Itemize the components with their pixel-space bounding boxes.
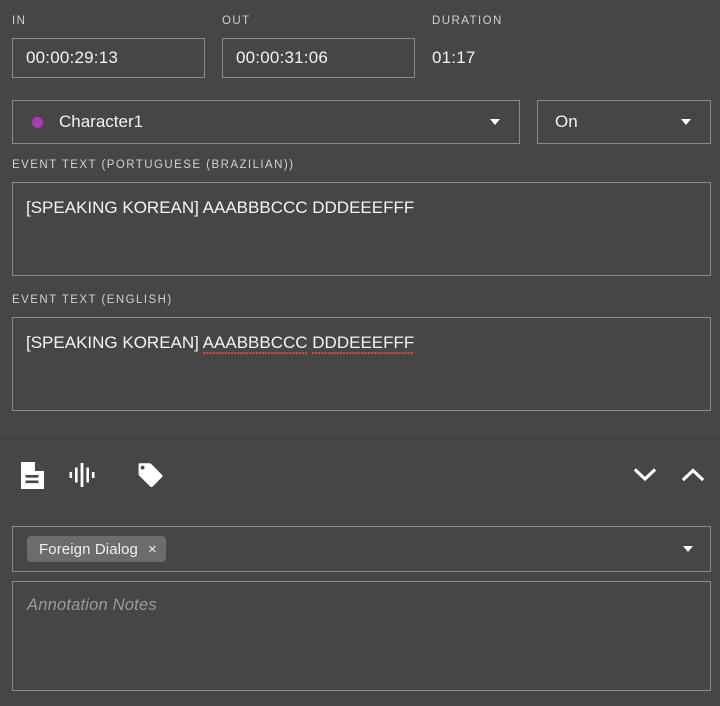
duration-readout: 01:17	[432, 38, 503, 78]
event-text-secondary-label: EVENT TEXT (ENGLISH)	[12, 294, 173, 306]
chevron-down-icon	[634, 468, 656, 482]
duration-value: 01:17	[432, 48, 476, 67]
out-timecode-input[interactable]: 00:00:31:06	[222, 38, 415, 78]
state-dropdown[interactable]: On	[537, 100, 711, 144]
in-timecode-group: IN 00:00:29:13	[12, 14, 205, 78]
event-text-secondary-group: EVENT TEXT (ENGLISH) [SPEAKING KOREAN] A…	[12, 293, 711, 411]
state-dropdown-value: On	[555, 112, 578, 131]
character-dropdown[interactable]: Character1	[12, 100, 520, 144]
in-timecode-input[interactable]: 00:00:29:13	[12, 38, 205, 78]
annotation-notes-placeholder: Annotation Notes	[27, 596, 157, 614]
chevron-up-icon	[682, 468, 704, 482]
event-text-primary-input[interactable]: [SPEAKING KOREAN] AAABBBCCC DDDEEEFFF	[12, 182, 711, 276]
annotation-notes-input[interactable]: Annotation Notes	[12, 581, 711, 691]
out-timecode-value: 00:00:31:06	[236, 48, 329, 67]
annotation-toolbar	[0, 449, 720, 501]
tag-chip[interactable]: Foreign Dialog ×	[27, 536, 166, 562]
tag-chip-label: Foreign Dialog	[39, 540, 138, 558]
previous-event-button[interactable]	[673, 449, 713, 501]
spellcheck-error-word: AAABBBCCC	[202, 333, 308, 355]
section-divider	[0, 438, 720, 439]
waveform-icon	[69, 462, 95, 488]
timecode-row: IN 00:00:29:13 OUT 00:00:31:06 DURATION …	[0, 0, 720, 92]
event-text-secondary-input[interactable]: [SPEAKING KOREAN] AAABBBCCC DDDEEEFFF	[12, 317, 711, 411]
event-properties-panel: IN 00:00:29:13 OUT 00:00:31:06 DURATION …	[0, 0, 720, 706]
tag-icon	[136, 461, 164, 489]
close-icon[interactable]: ×	[148, 542, 157, 557]
event-text-primary-group: EVENT TEXT (PORTUGUESE (BRAZILIAN)) [SPE…	[12, 158, 711, 276]
chevron-down-icon	[681, 119, 691, 125]
spellcheck-error-word: DDDEEEFFF	[312, 333, 415, 355]
tags-dropdown-field[interactable]: Foreign Dialog ×	[12, 526, 711, 572]
in-timecode-value: 00:00:29:13	[26, 48, 119, 67]
chevron-down-icon[interactable]	[683, 546, 693, 552]
event-text-primary-value: [SPEAKING KOREAN] AAABBBCCC DDDEEEFFF	[26, 198, 415, 217]
event-text-primary-label: EVENT TEXT (PORTUGUESE (BRAZILIAN))	[12, 159, 295, 171]
audio-tab-button[interactable]	[62, 449, 102, 501]
document-icon	[20, 461, 45, 490]
document-tab-button[interactable]	[12, 449, 52, 501]
in-label: IN	[12, 15, 27, 27]
duration-label: DURATION	[432, 15, 503, 27]
character-color-dot-icon	[32, 116, 43, 128]
character-state-row: Character1 On	[0, 100, 720, 148]
out-timecode-group: OUT 00:00:31:06	[222, 14, 415, 78]
tags-tab-button[interactable]	[130, 449, 170, 501]
character-dropdown-value: Character1	[59, 112, 144, 131]
duration-group: DURATION 01:17	[432, 14, 503, 78]
chevron-down-icon	[490, 119, 500, 125]
event-text-secondary-value: [SPEAKING KOREAN] AAABBBCCC DDDEEEFFF	[26, 332, 696, 355]
next-event-button[interactable]	[625, 449, 665, 501]
event-text-prefix: [SPEAKING KOREAN]	[26, 333, 203, 352]
out-label: OUT	[222, 15, 251, 27]
